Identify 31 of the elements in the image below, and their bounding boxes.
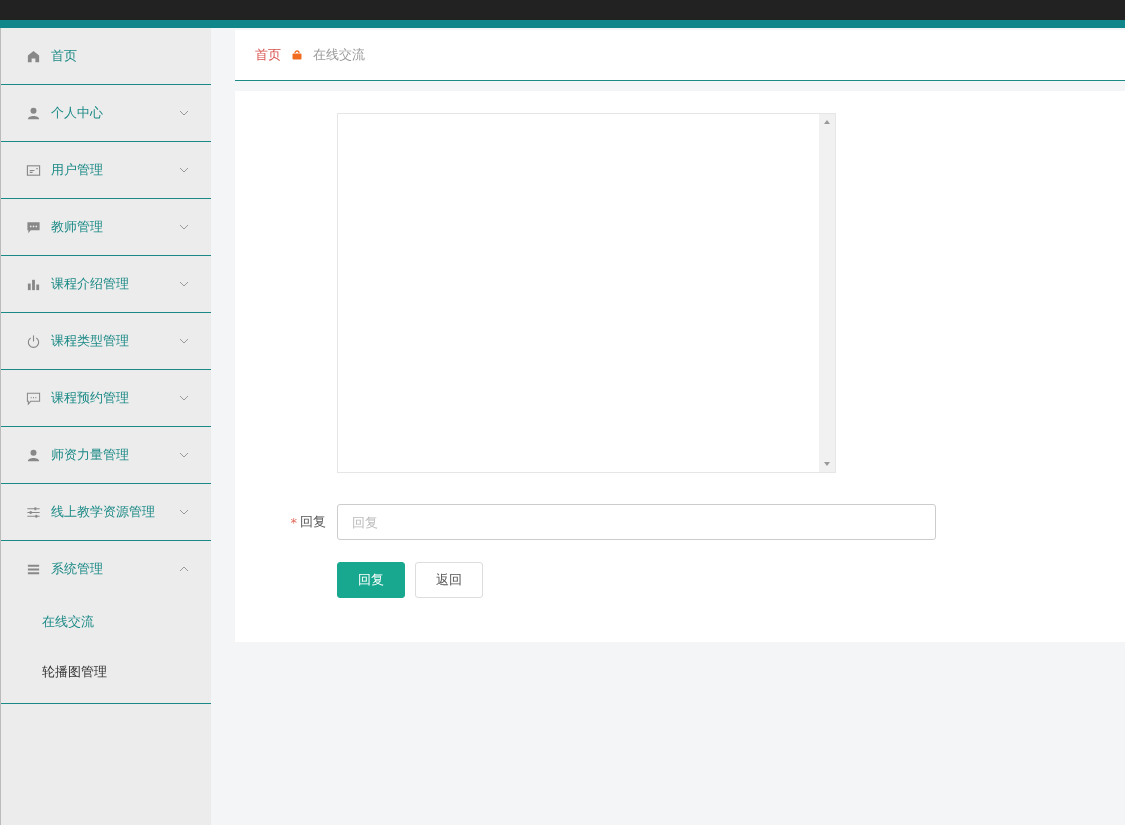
sidebar-item[interactable]: 课程介绍管理 — [1, 256, 211, 312]
sidebar-item[interactable]: 课程预约管理 — [1, 370, 211, 426]
person-icon — [26, 447, 41, 463]
sidebar-item[interactable]: 线上教学资源管理 — [1, 484, 211, 540]
id-card-icon — [26, 162, 41, 178]
person-icon — [26, 105, 41, 121]
scroll-up-icon[interactable] — [823, 119, 831, 125]
breadcrumb-link[interactable]: 首页 — [255, 46, 281, 64]
home-icon — [26, 48, 41, 64]
required-mark: * — [290, 514, 297, 530]
back-button[interactable]: 返回 — [415, 562, 483, 598]
sliders-icon — [26, 504, 41, 520]
breadcrumb-link[interactable]: 在线交流 — [313, 46, 365, 64]
sidebar-item[interactable]: 师资力量管理 — [1, 427, 211, 483]
reply-input[interactable]: 回复 — [337, 504, 936, 540]
sidebar-item[interactable]: 系统管理 — [1, 541, 211, 597]
sidebar-item[interactable]: 用户管理 — [1, 142, 211, 198]
chat-icon — [26, 390, 41, 406]
sidebar-item[interactable]: 个人中心 — [1, 85, 211, 141]
reply-button[interactable]: 回复 — [337, 562, 405, 598]
submenu-item[interactable]: 轮播图管理 — [1, 647, 211, 697]
sidebar-item[interactable]: 教师管理 — [1, 199, 211, 255]
scroll-down-icon[interactable] — [823, 461, 831, 467]
basket-icon — [291, 49, 303, 61]
sidebar-item[interactable]: 首页 — [1, 28, 211, 84]
sidebar-item[interactable]: 课程类型管理 — [1, 313, 211, 369]
field-label: 回复 — [300, 513, 326, 531]
chat-icon — [26, 219, 41, 235]
power-icon — [26, 333, 41, 349]
submenu-item[interactable]: 在线交流 — [1, 597, 211, 647]
scrollbar[interactable] — [819, 114, 835, 472]
